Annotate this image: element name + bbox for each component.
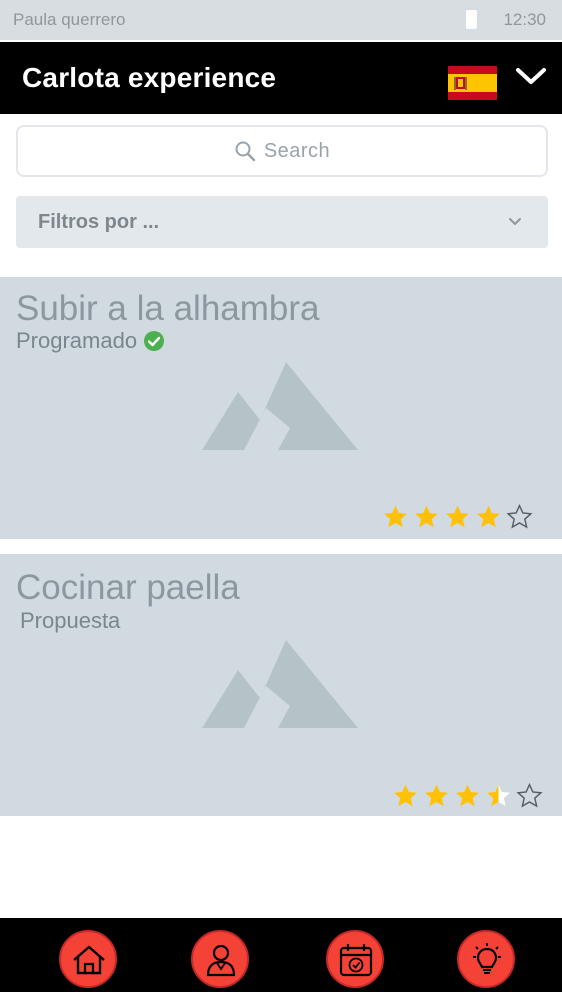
app-title: Carlota experience xyxy=(22,62,277,93)
status-bar: Paula querrero 12:30 xyxy=(0,0,562,40)
experience-card[interactable]: Subir a la alhambra Programado xyxy=(0,277,562,539)
rating-stars xyxy=(392,783,543,809)
filter-label: Filtros por ... xyxy=(38,211,160,233)
status-user-name: Paula querrero xyxy=(13,10,126,29)
spain-flag-icon[interactable] xyxy=(448,66,497,100)
star-full-icon xyxy=(446,505,469,528)
star-full-icon xyxy=(415,505,438,528)
star-half-icon xyxy=(487,784,510,807)
calendar-icon xyxy=(339,944,373,977)
experience-title: Cocinar paella xyxy=(16,568,240,607)
home-icon xyxy=(73,945,105,975)
image-placeholder-icon xyxy=(202,362,358,450)
check-circle-icon xyxy=(144,331,165,351)
status-time: 12:30 xyxy=(503,10,546,29)
star-full-icon xyxy=(477,505,500,528)
experience-status: Propuesta xyxy=(20,608,120,634)
experience-title: Subir a la alhambra xyxy=(16,289,320,328)
battery-icon xyxy=(466,10,477,29)
image-placeholder-icon xyxy=(202,640,358,728)
star-empty-icon xyxy=(506,504,533,529)
experience-card[interactable]: Cocinar paella Propuesta xyxy=(0,554,562,816)
star-full-icon xyxy=(456,784,479,807)
nav-ideas-button[interactable] xyxy=(457,930,515,988)
experience-status-label: Propuesta xyxy=(20,608,121,633)
star-empty-icon xyxy=(516,783,543,808)
idea-icon xyxy=(473,943,501,974)
star-full-icon xyxy=(425,784,448,807)
chevron-down-icon[interactable] xyxy=(514,62,548,92)
search-placeholder: Search xyxy=(263,139,331,162)
search-icon xyxy=(235,141,256,162)
experience-status: Programado xyxy=(16,328,165,354)
nav-calendar-button[interactable] xyxy=(326,930,384,988)
filter-select[interactable]: Filtros por ... xyxy=(16,196,548,248)
chevron-down-icon xyxy=(509,218,521,226)
star-full-icon xyxy=(384,505,407,528)
bottom-nav xyxy=(0,918,562,992)
profile-icon xyxy=(206,944,236,977)
star-full-icon xyxy=(394,784,417,807)
nav-profile-button[interactable] xyxy=(191,930,249,988)
rating-stars xyxy=(382,504,533,530)
nav-home-button[interactable] xyxy=(59,930,117,988)
search-placeholder-group: Search xyxy=(18,127,546,175)
search-input[interactable]: Search xyxy=(16,125,548,177)
experience-status-label: Programado xyxy=(16,328,138,353)
